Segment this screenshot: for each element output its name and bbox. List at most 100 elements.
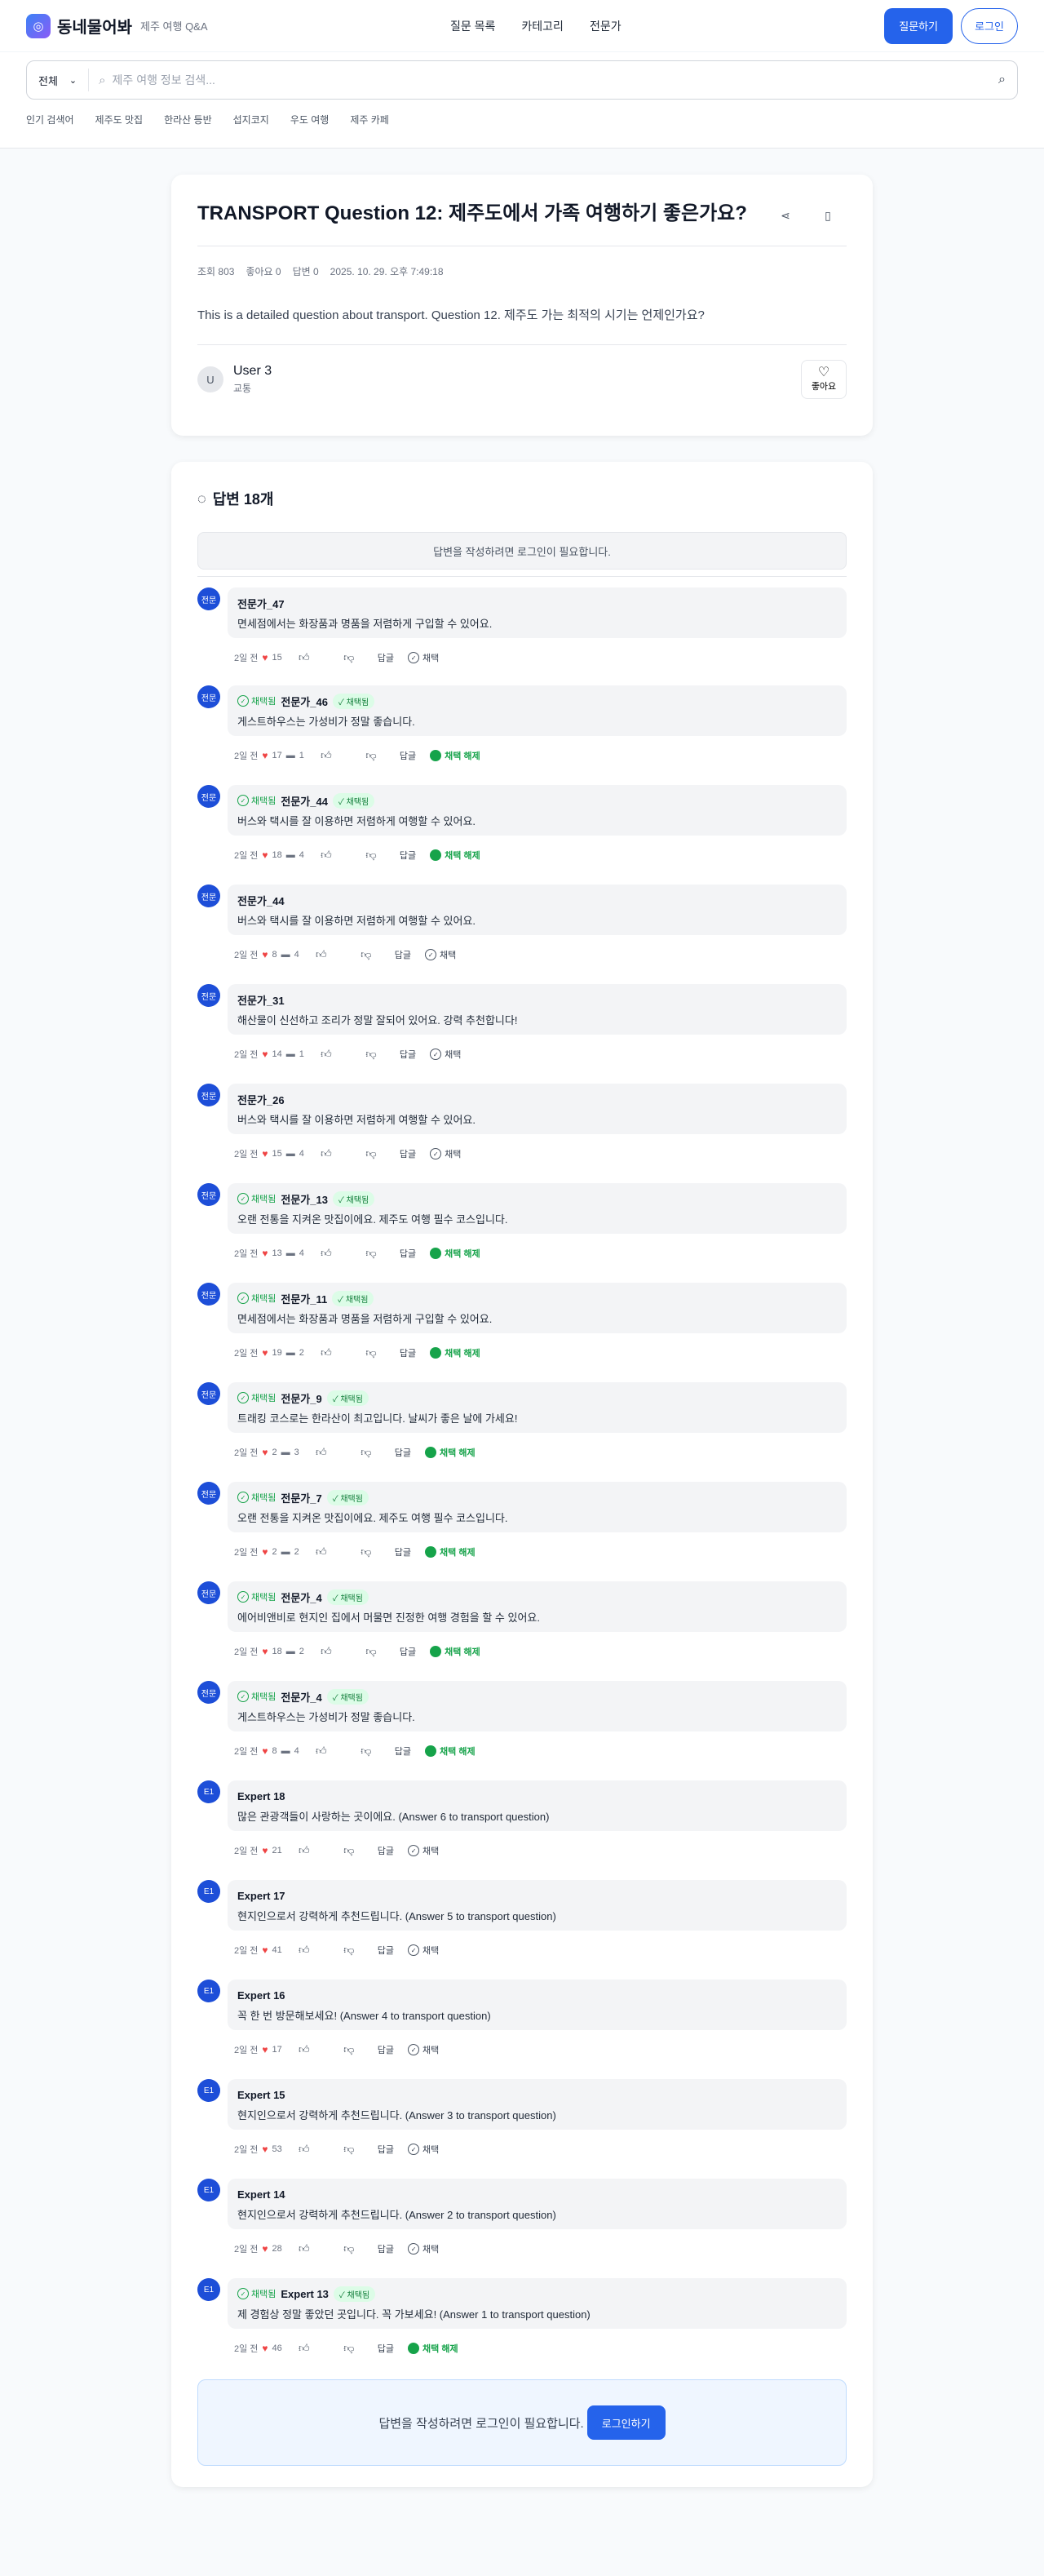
category-select[interactable]: 전체 ⌄ — [38, 69, 90, 91]
reply-button[interactable]: 답글 — [378, 651, 394, 664]
thumbs-down-icon[interactable]: 👎︎ — [356, 948, 376, 961]
answer-author[interactable]: 전문가_47 — [237, 596, 285, 611]
thumbs-up-icon[interactable]: 👍︎ — [316, 1247, 336, 1260]
unchoose-button[interactable]: 채택 해제 — [430, 749, 480, 762]
answer-author[interactable]: Expert 15 — [237, 2089, 285, 2101]
tag-link[interactable]: 섭지코지 — [233, 113, 269, 126]
choose-button[interactable]: ✓ 채택 — [408, 651, 439, 664]
thumbs-down-icon[interactable]: 👎︎ — [339, 651, 359, 664]
ask-question-button[interactable]: 질문하기 — [884, 7, 953, 44]
unchoose-button[interactable]: 채택 해제 — [430, 1346, 480, 1359]
thumbs-up-icon[interactable]: 👍︎ — [316, 1645, 336, 1658]
like-button[interactable]: ♡ 좋아요 — [801, 360, 847, 400]
reply-button[interactable]: 답글 — [378, 2043, 394, 2056]
thumbs-up-icon[interactable]: 👍︎ — [294, 1944, 314, 1957]
thumbs-up-icon[interactable]: 👍︎ — [294, 2242, 314, 2255]
reply-button[interactable]: 답글 — [395, 1545, 411, 1558]
thumbs-up-icon[interactable]: 👍︎ — [294, 2043, 314, 2056]
reply-button[interactable]: 답글 — [378, 2242, 394, 2255]
thumbs-down-icon[interactable]: 👎︎ — [361, 1645, 381, 1658]
thumbs-down-icon[interactable]: 👎︎ — [361, 849, 381, 862]
nav-experts[interactable]: 전문가 — [590, 18, 622, 34]
unchoose-button[interactable]: 채택 해제 — [425, 1545, 476, 1558]
choose-button[interactable]: ✓ 채택 — [408, 2043, 439, 2056]
thumbs-up-icon[interactable]: 👍︎ — [312, 1745, 331, 1758]
thumbs-down-icon[interactable]: 👎︎ — [339, 1844, 359, 1857]
thumbs-up-icon[interactable]: 👍︎ — [316, 1147, 336, 1160]
reply-button[interactable]: 답글 — [400, 1048, 416, 1061]
thumbs-down-icon[interactable]: 👎︎ — [361, 749, 381, 762]
unchoose-button[interactable]: 채택 해제 — [425, 1745, 476, 1758]
tag-link[interactable]: 제주도 맛집 — [95, 113, 144, 126]
unchoose-button[interactable]: 채택 해제 — [430, 1645, 480, 1658]
unchoose-button[interactable]: 채택 해제 — [430, 1247, 480, 1260]
search-submit-icon[interactable]: ⌕ — [998, 73, 1006, 87]
thumbs-down-icon[interactable]: 👎︎ — [339, 2043, 359, 2056]
reply-button[interactable]: 답글 — [378, 1844, 394, 1857]
thumbs-down-icon[interactable]: 👎︎ — [339, 2143, 359, 2156]
answer-author[interactable]: 전문가_11 — [281, 1291, 327, 1306]
bookmark-icon[interactable]: ▯ — [816, 209, 840, 223]
unchoose-button[interactable]: 채택 해제 — [408, 2342, 458, 2355]
reply-button[interactable]: 답글 — [400, 1645, 416, 1658]
nav-questions[interactable]: 질문 목록 — [450, 18, 495, 34]
choose-button[interactable]: ✓ 채택 — [408, 1944, 439, 1957]
reply-button[interactable]: 답글 — [400, 749, 416, 762]
answer-author[interactable]: 전문가_4 — [281, 1589, 321, 1605]
answer-author[interactable]: Expert 14 — [237, 2188, 285, 2201]
thumbs-up-icon[interactable]: 👍︎ — [316, 749, 336, 762]
reply-button[interactable]: 답글 — [378, 1944, 394, 1957]
login-now-button[interactable]: 로그인하기 — [586, 2405, 666, 2440]
answer-author[interactable]: Expert 17 — [237, 1890, 285, 1902]
thumbs-down-icon[interactable]: 👎︎ — [361, 1346, 381, 1359]
nav-categories[interactable]: 카테고리 — [521, 18, 564, 34]
thumbs-up-icon[interactable]: 👍︎ — [294, 651, 314, 664]
reply-button[interactable]: 답글 — [395, 1745, 411, 1758]
answer-author[interactable]: 전문가_31 — [237, 992, 285, 1008]
reply-button[interactable]: 답글 — [395, 948, 411, 961]
answer-author[interactable]: Expert 16 — [237, 1989, 285, 2002]
choose-button[interactable]: ✓ 채택 — [408, 2242, 439, 2255]
thumbs-down-icon[interactable]: 👎︎ — [356, 1745, 376, 1758]
choose-button[interactable]: ✓ 채택 — [430, 1147, 461, 1160]
tag-link[interactable]: 우도 여행 — [290, 113, 330, 126]
answer-author[interactable]: 전문가_13 — [281, 1191, 328, 1207]
login-button[interactable]: 로그인 — [961, 7, 1018, 44]
thumbs-down-icon[interactable]: 👎︎ — [361, 1147, 381, 1160]
thumbs-down-icon[interactable]: 👎︎ — [339, 1944, 359, 1957]
search-input[interactable] — [105, 73, 999, 86]
thumbs-up-icon[interactable]: 👍︎ — [294, 1844, 314, 1857]
unchoose-button[interactable]: 채택 해제 — [425, 1446, 476, 1459]
thumbs-down-icon[interactable]: 👎︎ — [339, 2342, 359, 2355]
reply-button[interactable]: 답글 — [400, 1247, 416, 1260]
thumbs-down-icon[interactable]: 👎︎ — [339, 2242, 359, 2255]
choose-button[interactable]: ✓ 채택 — [425, 948, 456, 961]
thumbs-down-icon[interactable]: 👎︎ — [356, 1545, 376, 1558]
thumbs-up-icon[interactable]: 👍︎ — [316, 849, 336, 862]
thumbs-down-icon[interactable]: 👎︎ — [361, 1048, 381, 1061]
answer-author[interactable]: 전문가_26 — [237, 1092, 285, 1107]
answer-author[interactable]: 전문가_44 — [237, 893, 285, 908]
thumbs-down-icon[interactable]: 👎︎ — [356, 1446, 376, 1459]
thumbs-up-icon[interactable]: 👍︎ — [294, 2143, 314, 2156]
choose-button[interactable]: ✓ 채택 — [408, 2143, 439, 2156]
thumbs-up-icon[interactable]: 👍︎ — [294, 2342, 314, 2355]
reply-button[interactable]: 답글 — [395, 1446, 411, 1459]
reply-button[interactable]: 답글 — [400, 1346, 416, 1359]
reply-button[interactable]: 답글 — [378, 2143, 394, 2156]
thumbs-up-icon[interactable]: 👍︎ — [312, 1446, 331, 1459]
choose-button[interactable]: ✓ 채택 — [408, 1844, 439, 1857]
choose-button[interactable]: ✓ 채택 — [430, 1048, 461, 1061]
thumbs-up-icon[interactable]: 👍︎ — [312, 1545, 331, 1558]
answer-author[interactable]: Expert 13 — [281, 2288, 329, 2300]
thumbs-up-icon[interactable]: 👍︎ — [316, 1346, 336, 1359]
author-name[interactable]: User 3 — [233, 364, 801, 379]
answer-author[interactable]: Expert 18 — [237, 1790, 285, 1802]
logo[interactable]: ◎ 동네물어봐 제주 여행 Q&A — [26, 13, 450, 38]
answer-author[interactable]: 전문가_7 — [281, 1490, 321, 1505]
share-icon[interactable]: ⋖ — [773, 209, 798, 223]
answer-author[interactable]: 전문가_44 — [281, 793, 328, 809]
reply-button[interactable]: 답글 — [378, 2342, 394, 2355]
unchoose-button[interactable]: 채택 해제 — [430, 849, 480, 862]
reply-button[interactable]: 답글 — [400, 849, 416, 862]
